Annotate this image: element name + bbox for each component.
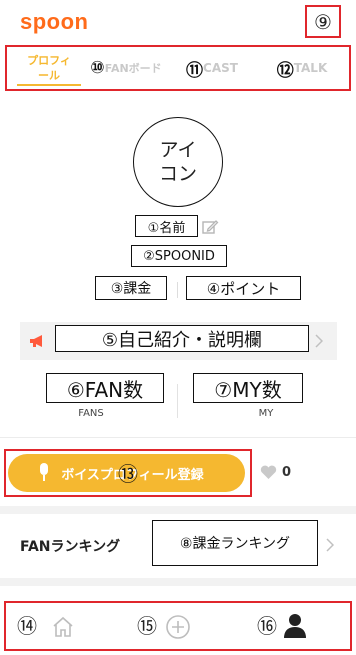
tab-cast-marker: ⑪ <box>186 60 204 81</box>
add-icon[interactable] <box>164 613 192 641</box>
tab-profile[interactable]: プロフィール <box>17 50 81 86</box>
home-icon[interactable] <box>49 613 77 641</box>
fans-label-text: FANS <box>78 407 104 419</box>
section-band <box>0 506 356 514</box>
billing-box: ③課金 <box>95 276 167 300</box>
settings-button[interactable]: ⑨ <box>305 5 341 38</box>
settings-marker: ⑨ <box>314 9 332 34</box>
heart-icon[interactable] <box>259 464 277 480</box>
profile-name: ①名前 <box>135 215 198 237</box>
my-label: MY <box>221 406 311 420</box>
home-marker: ⑭ <box>14 611 40 638</box>
tab-talk-marker: ⑫ <box>276 60 294 81</box>
fans-label: FANS <box>46 406 136 420</box>
stats-divider <box>177 282 178 298</box>
my-count-box[interactable]: ⑦MY数 <box>193 373 303 403</box>
billing-text: ③課金 <box>110 281 152 297</box>
tab-fanboard-label: FANボード <box>104 62 162 75</box>
like-count: 0 <box>282 465 292 480</box>
person-icon[interactable] <box>282 612 308 640</box>
my-count-text: ⑦MY数 <box>214 377 282 402</box>
billing-ranking-text: ⑧課金ランキング <box>179 536 291 552</box>
add-marker: ⑮ <box>134 611 160 638</box>
spoon-id: ②SPOONID <box>131 245 227 267</box>
fan-count-box[interactable]: ⑥FAN数 <box>46 373 164 403</box>
microphone-icon <box>36 462 52 484</box>
tab-cast[interactable]: ⑪ CAST <box>180 55 244 81</box>
megaphone-icon <box>29 333 47 349</box>
section-divider <box>0 437 356 438</box>
tab-talk-label: TALK <box>293 61 328 75</box>
avatar[interactable]: アイコン <box>133 117 223 207</box>
profile-marker-text: ⑯ <box>257 613 277 638</box>
tab-cast-label: CAST <box>203 61 238 75</box>
tab-fanboard[interactable]: ⑩ FANボード <box>85 55 167 81</box>
ranking-title: FANランキング <box>20 539 121 555</box>
points-text: ④ポイント <box>206 279 281 298</box>
points-box: ④ポイント <box>186 276 301 300</box>
tab-fanboard-marker: ⑩ <box>90 58 105 78</box>
bio-chevron-right-icon <box>312 333 326 349</box>
section-band-2 <box>0 578 356 586</box>
profile-name-text: ①名前 <box>147 220 186 236</box>
home-marker-text: ⑭ <box>17 613 37 638</box>
fan-count-text: ⑥FAN数 <box>66 377 144 402</box>
voice-profile-marker: ⑬ <box>114 458 142 486</box>
bio-text-box: ⑤自己紹介・説明欄 <box>55 325 309 352</box>
avatar-text: アイコン <box>158 139 197 185</box>
tab-talk[interactable]: ⑫ TALK <box>272 55 332 81</box>
add-marker-text: ⑮ <box>137 613 157 638</box>
edit-icon[interactable] <box>200 217 220 237</box>
voice-marker-text: ⑬ <box>118 461 138 486</box>
my-label-text: MY <box>258 407 274 419</box>
tab-profile-label: プロフィール <box>27 54 71 82</box>
billing-ranking-box[interactable]: ⑧課金ランキング <box>152 520 318 566</box>
fan-my-divider <box>177 384 178 418</box>
spoon-id-text: ②SPOONID <box>143 248 215 264</box>
bio-text: ⑤自己紹介・説明欄 <box>101 329 263 351</box>
tab-profile-underline <box>17 84 81 86</box>
ranking-chevron-right-icon <box>324 537 336 553</box>
profile-marker: ⑯ <box>254 611 280 638</box>
app-logo: spoon <box>20 9 89 34</box>
